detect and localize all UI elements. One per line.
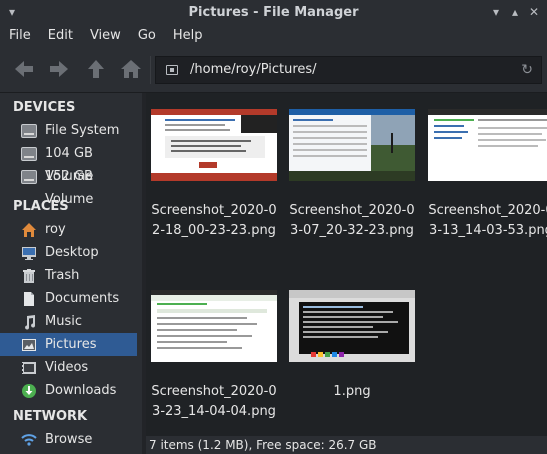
sidebar-item-152gb-volume[interactable]: 152 GB Volume <box>0 165 142 207</box>
arrow-left-icon <box>15 61 33 77</box>
devices-heading: DEVICES <box>13 100 76 115</box>
minimize-icon[interactable]: ▾ <box>490 6 502 18</box>
sidebar-item-label: Browse Network <box>45 432 93 447</box>
back-button[interactable] <box>13 59 35 79</box>
sidebar-item-label: Trash <box>45 268 80 283</box>
drive-icon <box>21 147 37 161</box>
drive-icon <box>21 124 37 138</box>
toolbar: /home/roy/Pictures/ ↻ <box>0 47 547 93</box>
file-item[interactable]: Screenshot_2020-02-18_00-23-23.png <box>149 109 279 241</box>
menu-go[interactable]: Go <box>129 25 164 47</box>
menu-edit[interactable]: Edit <box>39 25 81 47</box>
arrow-right-icon <box>50 61 68 77</box>
sidebar-item-trash[interactable]: Trash <box>0 264 142 287</box>
file-item[interactable]: Screenshot_2020-03-07_20-32-23.png <box>287 109 417 241</box>
menu-help[interactable]: Help <box>164 25 211 47</box>
network-heading: NETWORK <box>13 409 88 424</box>
sidebar-item-file-system[interactable]: File System <box>0 119 142 142</box>
reload-icon[interactable]: ↻ <box>521 62 533 78</box>
file-item[interactable]: Screenshot_2020-03-13_14-03-53.png <box>426 109 547 241</box>
location-bar[interactable]: /home/roy/Pictures/ ↻ <box>155 56 542 84</box>
sidebar-item-label: Documents <box>45 291 120 306</box>
sidebar-item-104gb-volume[interactable]: 104 GB Volume <box>0 142 142 184</box>
menu-view[interactable]: View <box>81 25 129 47</box>
file-name: Screenshot_2020-03-07_20-32-23.png <box>289 203 415 238</box>
thumbnail-terminal <box>289 290 415 362</box>
close-icon[interactable]: ✕ <box>528 6 540 18</box>
documents-icon <box>24 292 34 306</box>
sidebar-item-roy[interactable]: roy <box>0 218 142 241</box>
sidebar-item-desktop[interactable]: Desktop <box>0 241 142 264</box>
title-bar: ▾ Pictures - File Manager ▾ ▴ ✕ <box>0 0 547 26</box>
sidebar-item-label: Pictures <box>45 337 97 352</box>
sidebar-item-label: Videos <box>45 360 89 375</box>
sidebar-item-label: Desktop <box>45 245 99 260</box>
home-folder-icon <box>22 223 36 237</box>
sidebar-item-videos[interactable]: Videos <box>0 356 142 379</box>
arrow-up-icon <box>88 60 104 78</box>
sidebar-item-music[interactable]: Music <box>0 310 142 333</box>
forward-button[interactable] <box>48 59 70 79</box>
toolbar-separator <box>150 56 151 84</box>
sidebar-item-documents[interactable]: Documents <box>0 287 142 310</box>
sidebar: DEVICES File System 104 GB Volume 152 GB… <box>0 93 142 454</box>
up-button[interactable] <box>85 59 107 79</box>
wifi-icon <box>21 434 37 446</box>
sidebar-item-pictures[interactable]: Pictures <box>0 333 137 356</box>
menu-bar: File Edit View Go Help <box>0 25 547 47</box>
home-icon <box>121 60 141 78</box>
file-item[interactable]: Screenshot_2020-03-23_14-04-04.png <box>149 290 279 422</box>
sidebar-item-label: 152 GB Volume <box>45 169 94 207</box>
thumbnail-document <box>428 109 547 181</box>
sidebar-item-label: File System <box>45 123 120 138</box>
sidebar-item-label: roy <box>45 222 66 237</box>
thumbnail-webpage <box>151 109 277 181</box>
file-view: Screenshot_2020-02-18_00-23-23.png Scree… <box>146 93 547 436</box>
window-title: Pictures - File Manager <box>188 5 359 20</box>
thumbnail-webpage <box>151 290 277 362</box>
status-bar: 7 items (1.2 MB), Free space: 26.7 GB <box>146 436 547 454</box>
trash-icon <box>23 269 35 283</box>
desktop-icon <box>22 247 36 260</box>
file-name: Screenshot_2020-03-23_14-04-04.png <box>151 384 277 419</box>
sidebar-item-downloads[interactable]: Downloads <box>0 379 142 402</box>
drive-icon <box>21 170 37 184</box>
menu-file[interactable]: File <box>0 25 39 47</box>
file-name: 1.png <box>333 384 371 399</box>
maximize-icon[interactable]: ▴ <box>509 6 521 18</box>
music-icon <box>25 315 36 330</box>
downloads-icon <box>22 384 36 398</box>
location-path[interactable]: /home/roy/Pictures/ <box>190 62 317 77</box>
sidebar-item-browse-network[interactable]: Browse Network <box>0 428 142 451</box>
sidebar-item-label: Downloads <box>45 383 117 398</box>
sidebar-item-label: Music <box>45 314 82 329</box>
file-name: Screenshot_2020-02-18_00-23-23.png <box>151 203 277 238</box>
thumbnail-settings <box>289 109 415 181</box>
home-button[interactable] <box>120 59 142 79</box>
drive-icon <box>166 65 178 75</box>
videos-icon <box>22 362 36 374</box>
file-name: Screenshot_2020-03-13_14-03-53.png <box>428 203 547 238</box>
file-item[interactable]: 1.png <box>287 290 417 402</box>
pictures-icon <box>22 339 36 351</box>
